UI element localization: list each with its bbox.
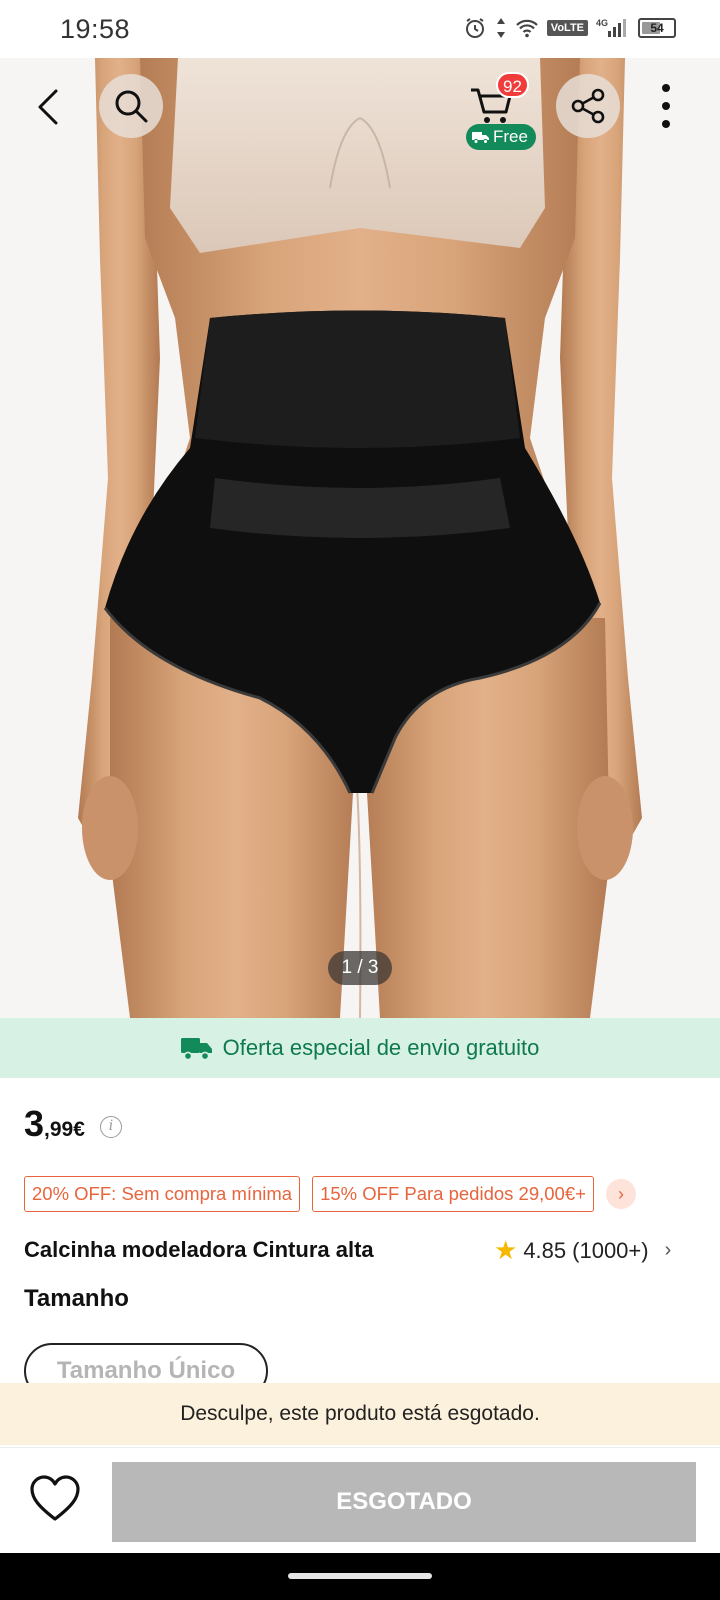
chevron-left-icon xyxy=(38,89,58,125)
price-integer: 3 xyxy=(24,1103,45,1144)
wishlist-button[interactable] xyxy=(28,1474,82,1524)
rating-summary[interactable]: ★ 4.85 (1000+) › xyxy=(494,1235,671,1266)
battery-level: 54 xyxy=(650,21,664,35)
product-title: Calcinha modeladora Cintura alta xyxy=(24,1237,374,1262)
coupon-chip[interactable]: 15% OFF Para pedidos 29,00€+ xyxy=(312,1176,594,1212)
signal-4g-icon: 4G xyxy=(596,17,630,39)
gallery-pager: 1 / 3 xyxy=(328,951,392,985)
price-decimal: ,99€ xyxy=(44,1118,85,1141)
search-button[interactable] xyxy=(99,74,163,138)
chevron-right-icon[interactable]: › xyxy=(605,1179,636,1209)
rating-value: 4.85 xyxy=(523,1237,567,1263)
svg-text:4G: 4G xyxy=(596,18,608,28)
product-image[interactable] xyxy=(0,58,720,1018)
product-price: 3 ,99€ xyxy=(24,1103,85,1145)
sold-out-button[interactable]: ESGOTADO xyxy=(112,1462,696,1542)
heart-icon xyxy=(30,1475,80,1521)
info-icon[interactable]: i xyxy=(100,1116,122,1138)
wifi-icon xyxy=(515,18,539,38)
coupon-chip[interactable]: 20% OFF: Sem compra mínima xyxy=(24,1176,301,1212)
coupon-row: 20% OFF: Sem compra mínima 15% OFF Para … xyxy=(24,1176,704,1212)
data-arrows-icon xyxy=(495,17,507,39)
home-indicator[interactable] xyxy=(288,1573,432,1579)
more-vertical-icon[interactable] xyxy=(656,84,676,128)
sold-out-notice: Desculpe, este produto está esgotado. xyxy=(0,1383,720,1445)
cart-button[interactable]: 92 Free xyxy=(462,72,540,152)
review-count: (1000+) xyxy=(572,1237,649,1263)
status-icons: VoLTE 4G 54 xyxy=(463,16,676,40)
search-icon xyxy=(115,90,148,123)
product-photo xyxy=(0,58,720,1018)
free-label: Free xyxy=(493,127,528,146)
back-button[interactable] xyxy=(28,85,72,129)
free-shipping-banner[interactable]: Oferta especial de envio gratuito xyxy=(0,1018,720,1078)
star-icon: ★ xyxy=(494,1235,518,1265)
bottom-action-bar: ESGOTADO xyxy=(0,1447,720,1553)
cart-count-badge: 92 xyxy=(496,72,529,98)
shipping-banner-text: Oferta especial de envio gratuito xyxy=(222,1035,540,1060)
free-shipping-badge: Free xyxy=(466,124,536,150)
chevron-right-icon: › xyxy=(664,1239,672,1261)
size-heading: Tamanho xyxy=(24,1285,129,1312)
status-time: 19:58 xyxy=(60,14,131,44)
delivery-truck-icon xyxy=(180,1038,212,1061)
truck-icon xyxy=(472,132,489,144)
system-nav-bar xyxy=(0,1553,720,1600)
alarm-icon xyxy=(463,16,487,40)
volte-badge: VoLTE xyxy=(546,20,588,36)
battery-icon: 54 xyxy=(638,18,676,38)
share-button[interactable] xyxy=(556,74,620,138)
status-bar: 19:58 VoLTE 4G 54 xyxy=(0,0,720,58)
share-icon xyxy=(571,88,605,124)
